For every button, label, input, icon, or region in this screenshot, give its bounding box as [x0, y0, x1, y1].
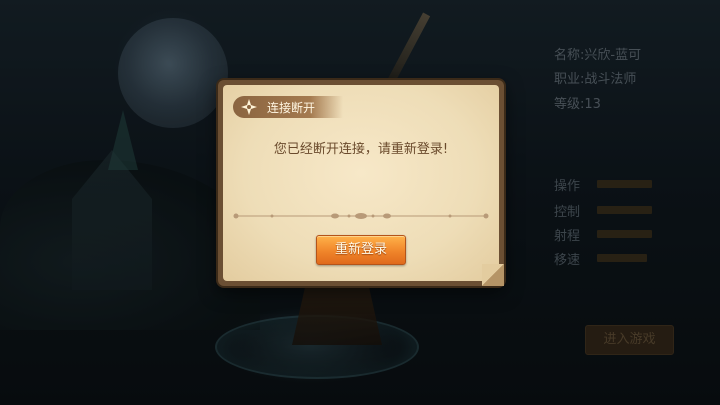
page-curl	[482, 264, 504, 286]
disconnect-dialog: 连接断开 您已经断开连接，请重新登录! 重新登录	[218, 80, 504, 286]
relogin-button[interactable]: 重新登录	[316, 235, 406, 265]
dialog-header: 连接断开	[233, 96, 343, 118]
decorative-divider	[233, 213, 489, 219]
dialog-message: 您已经断开连接，请重新登录!	[273, 142, 449, 157]
ornament-icon	[241, 99, 257, 115]
dialog-title: 连接断开	[267, 101, 316, 115]
